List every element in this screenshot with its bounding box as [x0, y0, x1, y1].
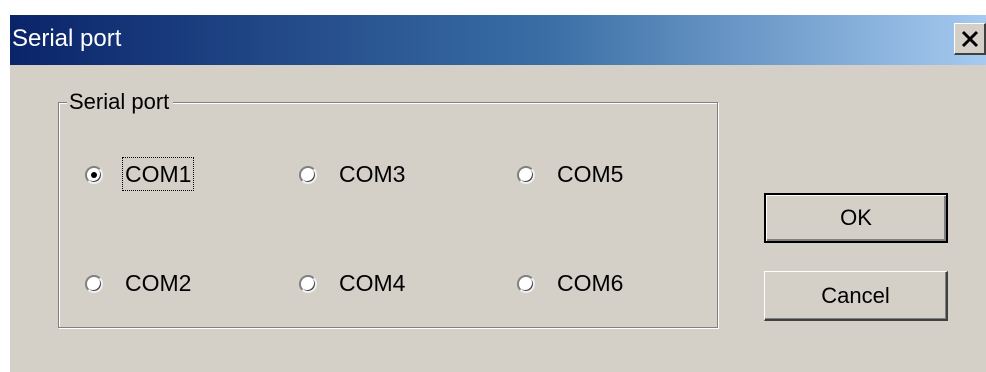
- serial-port-groupbox: Serial port COM1 COM2 COM3 COM4 COM5 COM…: [58, 88, 718, 328]
- radio-label-com3[interactable]: COM3: [337, 158, 407, 190]
- radio-button-icon[interactable]: [299, 166, 317, 184]
- radio-label-com1[interactable]: COM1: [121, 157, 195, 191]
- title-bar[interactable]: Serial port: [10, 15, 986, 65]
- radio-button-icon[interactable]: [299, 275, 317, 293]
- radio-button-icon[interactable]: [517, 275, 535, 293]
- cancel-button[interactable]: Cancel: [764, 271, 948, 321]
- radio-label-com4[interactable]: COM4: [337, 267, 407, 299]
- close-button[interactable]: [954, 23, 986, 55]
- radio-label-com5[interactable]: COM5: [555, 158, 625, 190]
- ok-button[interactable]: OK: [764, 193, 948, 243]
- serial-port-dialog: Serial port Serial port COM1 COM2 COM3 C…: [8, 15, 986, 372]
- radio-selected-dot: [91, 172, 97, 178]
- radio-button-icon[interactable]: [517, 166, 535, 184]
- window-title: Serial port: [12, 25, 122, 52]
- radio-label-com6[interactable]: COM6: [555, 267, 625, 299]
- groupbox-label: Serial port: [67, 88, 174, 116]
- close-icon: [961, 30, 979, 48]
- radio-label-com2[interactable]: COM2: [123, 267, 193, 299]
- radio-button-icon[interactable]: [85, 166, 103, 184]
- radio-button-icon[interactable]: [85, 275, 103, 293]
